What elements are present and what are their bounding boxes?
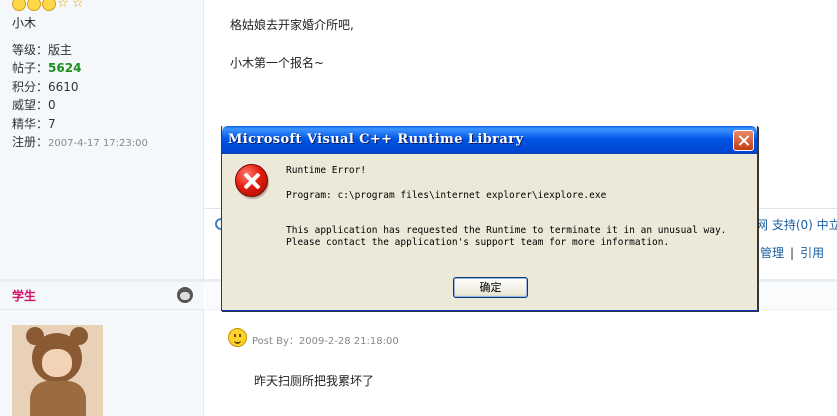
- stat-registered: 注册：2007-4-17 17:23:00: [12, 135, 148, 150]
- star-rank-icon: ☆: [57, 0, 69, 11]
- moon-rank-icon: [42, 0, 56, 11]
- user-stats: 等级：版主 帖子：5624 积分：6610 威望：0 精华：7 注册：2007-…: [12, 41, 148, 153]
- stat-essence: 精华：7: [12, 116, 56, 131]
- stat-posts: 帖子：5624: [12, 61, 82, 76]
- post-message-line: 昨天扫厕所把我累坏了: [254, 374, 375, 388]
- stat-level: 等级：版主: [12, 43, 73, 57]
- error-message: Please contact the application's support…: [286, 237, 670, 248]
- dialog-title: Microsoft Visual C++ Runtime Library: [228, 132, 524, 147]
- rank-icons: ☆ ☆: [12, 0, 86, 11]
- smiley-icon: [228, 328, 247, 347]
- runtime-error-dialog: Microsoft Visual C++ Runtime Library Run…: [221, 126, 758, 311]
- manage-link[interactable]: 管理: [760, 246, 784, 260]
- moon-rank-icon: [27, 0, 41, 11]
- stat-prestige: 威望：0: [12, 98, 56, 113]
- username[interactable]: 小木: [12, 14, 36, 31]
- post-timestamp: Post By：2009-2-28 21:18:00: [252, 336, 399, 347]
- sun-rank-icon: [12, 0, 26, 11]
- avatar: [12, 325, 103, 416]
- user-status-icon: [174, 284, 196, 306]
- stat-points: 积分：6610: [12, 79, 79, 94]
- dialog-titlebar[interactable]: Microsoft Visual C++ Runtime Library: [222, 126, 757, 154]
- link-separator: |: [790, 246, 795, 260]
- close-button[interactable]: [733, 130, 754, 151]
- post-message-line: 格姑娘去开家婚介所吧,: [230, 18, 354, 32]
- quote-link[interactable]: 引用: [800, 246, 824, 260]
- ok-button[interactable]: 确定: [453, 277, 528, 298]
- post-actions: 管理 | 引用: [760, 244, 824, 261]
- vote-links[interactable]: 网 支持(0) 中立: [756, 216, 837, 233]
- error-message: This application has requested the Runti…: [286, 225, 727, 236]
- error-icon: [235, 164, 268, 197]
- post-message-line: 小木第一个报名~: [230, 56, 325, 70]
- star-rank-icon: ☆: [72, 0, 84, 11]
- program-path: Program: c:\program files\internet explo…: [286, 190, 607, 201]
- error-heading: Runtime Error!: [286, 165, 367, 176]
- user-role-label[interactable]: 学生: [12, 287, 36, 304]
